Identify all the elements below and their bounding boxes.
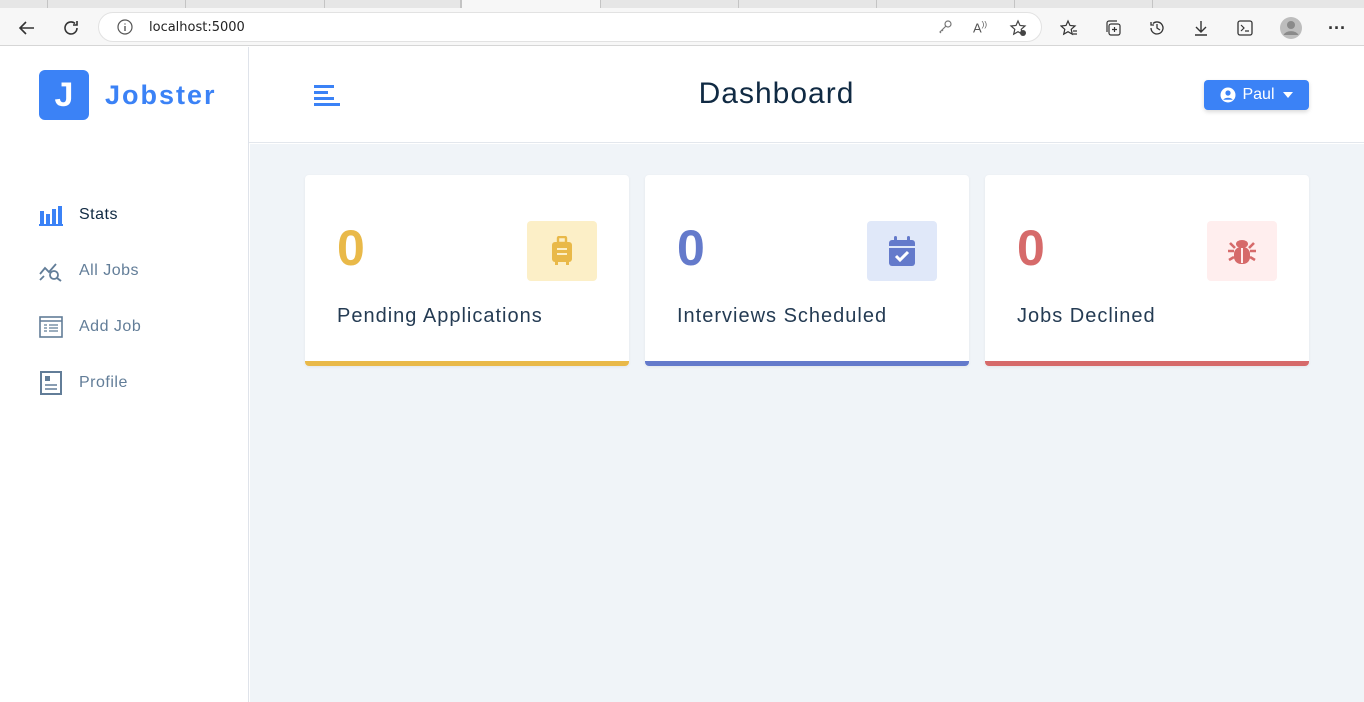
address-bar[interactable]: localhost:5000 A)) [98,12,1042,42]
form-icon [39,315,63,339]
stat-label: Interviews Scheduled [677,305,888,327]
stat-accent-bar [305,361,629,366]
url-text[interactable]: localhost:5000 [149,20,245,35]
refresh-icon[interactable] [58,15,84,41]
stat-card-interviews: 0 Interviews Scheduled [645,175,969,366]
bug-icon [1207,221,1277,281]
add-favorite-icon[interactable] [1009,19,1027,42]
stat-accent-bar [985,361,1309,366]
browser-tab[interactable] [739,0,877,8]
browser-tab[interactable] [325,0,461,8]
browser-tab[interactable] [877,0,1015,8]
sidebar-item-stats[interactable]: Stats [39,187,141,243]
sidebar-item-profile[interactable]: Profile [39,355,141,411]
download-icon[interactable] [1188,15,1214,41]
more-icon[interactable]: ··· [1324,15,1350,41]
user-circle-icon [1220,87,1236,103]
stat-card-pending: 0 Pending Applications [305,175,629,366]
stat-label: Jobs Declined [1017,305,1156,327]
profile-icon[interactable] [1278,15,1304,41]
sidebar-item-label: Add Job [79,318,142,335]
main-content: 0 Pending Applications 0 Interviews Sche… [250,144,1364,702]
sidebar-item-label: All Jobs [79,262,140,279]
suitcase-icon [527,221,597,281]
logo-text: Jobster [105,79,217,110]
browser-tab[interactable] [0,0,48,8]
sidebar: J Jobster Stats All Jobs Add Job Profile [0,47,249,702]
stat-count: 0 [337,220,365,276]
key-icon[interactable] [937,19,953,40]
logo[interactable]: J Jobster [39,70,217,120]
user-menu-button[interactable]: Paul [1204,80,1309,110]
collections-icon[interactable] [1100,15,1126,41]
stat-accent-bar [645,361,969,366]
page-title: Dashboard [698,77,855,110]
chart-search-icon [39,259,63,283]
sidebar-nav: Stats All Jobs Add Job Profile [39,187,141,411]
sidebar-item-add-job[interactable]: Add Job [39,299,141,355]
logo-mark: J [39,70,89,120]
user-name: Paul [1242,86,1275,103]
sidebar-item-all-jobs[interactable]: All Jobs [39,243,141,299]
browser-tab[interactable] [48,0,186,8]
stat-card-declined: 0 Jobs Declined [985,175,1309,366]
id-card-icon [39,371,63,395]
browser-tab[interactable] [1015,0,1153,8]
stat-count: 0 [677,220,705,276]
browser-toolbar: localhost:5000 A)) ··· [0,8,1364,46]
sidebar-item-label: Stats [79,206,118,223]
read-aloud-icon[interactable]: A)) [973,20,987,35]
browser-tab[interactable] [601,0,739,8]
stat-label: Pending Applications [337,305,543,327]
favorites-icon[interactable] [1056,15,1082,41]
sidebar-item-label: Profile [79,374,128,391]
calendar-check-icon [867,221,937,281]
browser-tabstrip [0,0,1364,8]
info-icon[interactable] [117,19,133,40]
top-navbar: Dashboard Paul [249,47,1364,143]
browser-tab-active[interactable] [461,0,601,8]
bar-chart-icon [39,203,63,227]
extensions-icon[interactable] [1232,15,1258,41]
caret-down-icon [1282,92,1293,98]
history-icon[interactable] [1144,15,1170,41]
browser-tab[interactable] [186,0,325,8]
back-icon[interactable] [14,15,40,41]
stat-count: 0 [1017,220,1045,276]
